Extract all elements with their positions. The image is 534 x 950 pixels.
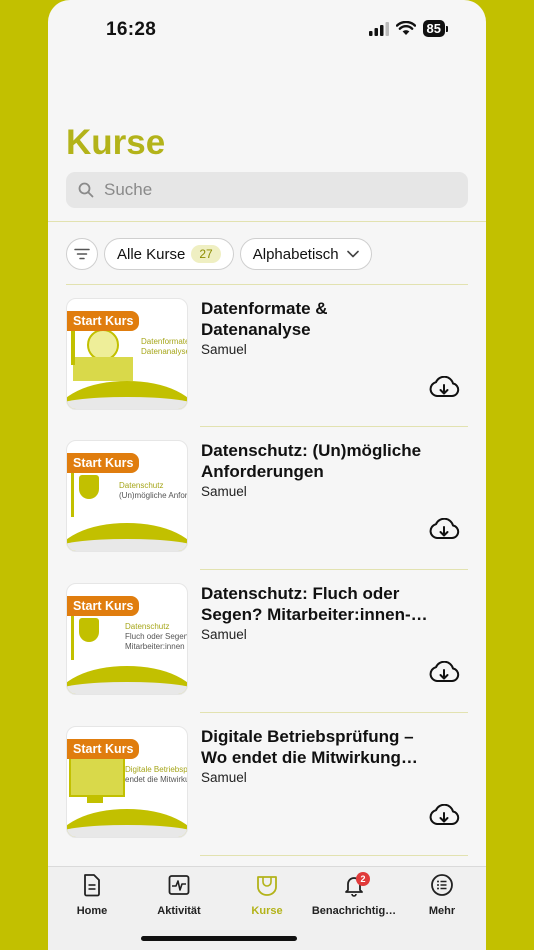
signal-icon — [368, 21, 389, 36]
start-course-badge: Start Kurs — [67, 596, 140, 616]
download-icon[interactable] — [428, 518, 460, 542]
course-item[interactable]: Datenschutz Fluch oder Segen? Mitarbeite… — [66, 569, 468, 711]
header-divider — [48, 221, 486, 222]
course-title[interactable]: Digitale Betriebsprüfung – Wo endet die … — [201, 726, 431, 768]
course-title[interactable]: Datenschutz: (Un)mögliche Anforderungen — [201, 440, 431, 482]
tab-more[interactable]: Mehr — [398, 873, 486, 917]
course-item[interactable]: Digitale Betriebsprü endet die Mitwirkun… — [66, 712, 468, 854]
course-item[interactable]: Datenformate Datenanalyse Start Kurs Dat… — [66, 284, 468, 426]
start-course-badge: Start Kurs — [67, 453, 140, 473]
search-input[interactable] — [102, 179, 446, 201]
course-thumbnail[interactable]: Datenschutz (Un)mögliche Anforde Start K… — [66, 440, 188, 552]
course-title[interactable]: Datenformate & Datenanalyse — [201, 298, 431, 340]
tab-label: Benachrichtig… — [311, 905, 397, 917]
battery-icon: 85 — [422, 20, 448, 37]
notification-badge: 2 — [356, 872, 370, 886]
tab-label: Mehr — [428, 905, 456, 917]
list-divider — [200, 855, 468, 856]
tab-home[interactable]: Home — [48, 873, 136, 917]
thumbnail-text: Datenformate — [141, 337, 188, 346]
document-icon — [84, 874, 100, 897]
thumbnail-text: Datenanalyse — [141, 347, 188, 356]
search-icon — [78, 182, 94, 198]
course-author: Samuel — [201, 342, 247, 357]
tab-notifications[interactable]: 2 Benachrichtig… — [310, 872, 398, 917]
start-course-badge: Start Kurs — [67, 311, 140, 331]
courses-icon — [257, 876, 277, 896]
course-author: Samuel — [201, 627, 247, 642]
course-count-badge: 27 — [191, 245, 221, 263]
start-course-badge: Start Kurs — [67, 739, 140, 759]
filter-row: Alle Kurse 27 Alphabetisch — [66, 238, 372, 270]
status-bar: 16:28 85 — [48, 0, 486, 56]
course-author: Samuel — [201, 770, 247, 785]
tab-label: Home — [76, 905, 108, 917]
tab-activity[interactable]: Aktivität — [135, 873, 223, 917]
thumbnail-text: (Un)mögliche Anforde — [119, 491, 188, 500]
course-title[interactable]: Datenschutz: Fluch oder Segen? Mitarbeit… — [201, 583, 431, 625]
wifi-icon — [395, 21, 416, 35]
download-icon[interactable] — [428, 376, 460, 400]
battery-level: 85 — [422, 20, 445, 37]
thumbnail-text: Fluch oder Segen? — [125, 632, 188, 641]
download-icon[interactable] — [428, 804, 460, 828]
menu-icon — [431, 874, 453, 896]
list-divider — [200, 426, 468, 427]
tab-courses[interactable]: Kurse — [223, 873, 311, 917]
course-thumbnail[interactable]: Digitale Betriebsprü endet die Mitwirkun… — [66, 726, 188, 838]
status-time: 16:28 — [106, 19, 157, 40]
tab-label: Kurse — [251, 905, 283, 917]
app-screen: 16:28 85 Kurse Suche Alle Kurse 27 Alpha… — [48, 0, 486, 950]
status-icons: 85 — [368, 20, 448, 37]
list-divider — [200, 712, 468, 713]
course-thumbnail[interactable]: Datenformate Datenanalyse Start Kurs — [66, 298, 188, 410]
thumbnail-text: Digitale Betriebsprü — [125, 765, 188, 774]
all-courses-chip[interactable]: Alle Kurse 27 — [104, 238, 234, 270]
sort-dropdown[interactable]: Alphabetisch — [239, 238, 372, 270]
filter-icon — [74, 248, 90, 260]
filter-button[interactable] — [66, 238, 98, 270]
download-icon[interactable] — [428, 661, 460, 685]
thumbnail-text: endet die Mitwirkungs — [125, 775, 187, 784]
thumbnail-text: Datenschutz — [125, 622, 170, 631]
all-courses-label: Alle Kurse — [117, 245, 186, 263]
page-title: Kurse — [66, 123, 166, 162]
search-bar[interactable] — [66, 172, 468, 208]
chevron-down-icon — [346, 250, 359, 258]
course-item[interactable]: Datenschutz (Un)mögliche Anforde Start K… — [66, 426, 468, 568]
thumbnail-text: Mitarbeiter:innen S — [125, 642, 188, 651]
activity-icon — [168, 875, 190, 895]
tab-label: Aktivität — [157, 905, 201, 917]
course-author: Samuel — [201, 484, 247, 499]
sort-label: Alphabetisch — [252, 245, 339, 263]
list-divider — [200, 569, 468, 570]
course-thumbnail[interactable]: Datenschutz Fluch oder Segen? Mitarbeite… — [66, 583, 188, 695]
thumbnail-text: Datenschutz — [119, 481, 164, 490]
home-indicator[interactable] — [141, 936, 297, 941]
